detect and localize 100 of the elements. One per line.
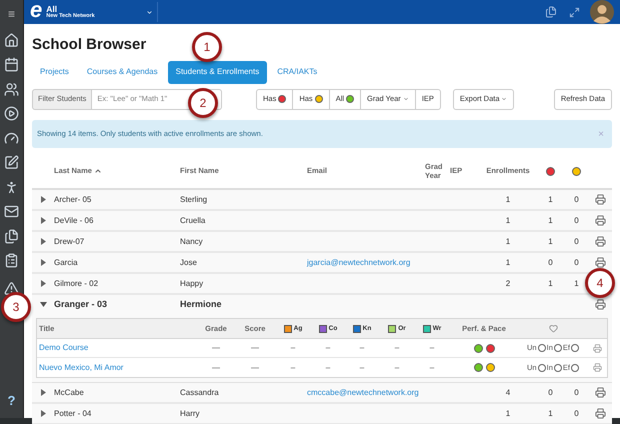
engagement-radio[interactable] bbox=[538, 364, 546, 372]
expand-arrow-icon[interactable] bbox=[40, 196, 46, 203]
engagement-radio[interactable] bbox=[570, 364, 579, 372]
count-cell: 1 bbox=[548, 236, 553, 246]
email-link[interactable]: cmccabe@newtechnetwork.org bbox=[307, 388, 419, 396]
enrollments-cell: 1 bbox=[506, 194, 510, 204]
engagement-radio[interactable] bbox=[554, 364, 562, 372]
first-name-cell: Harry bbox=[180, 408, 200, 418]
tab[interactable]: Projects bbox=[32, 60, 77, 84]
caret-icon bbox=[146, 8, 154, 16]
calendar-icon[interactable] bbox=[4, 57, 19, 72]
count-cell: 0 bbox=[574, 194, 579, 204]
outcome-cell: – bbox=[430, 362, 434, 372]
enrollments-cell: 2 bbox=[506, 278, 510, 288]
course-link[interactable]: Nuevo Mexico, Mi Amor bbox=[39, 362, 124, 372]
print-icon[interactable] bbox=[594, 257, 606, 268]
expand-arrow-icon[interactable] bbox=[40, 389, 46, 396]
score-cell: — bbox=[251, 362, 259, 372]
count-cell: 1 bbox=[548, 216, 553, 224]
print-icon[interactable] bbox=[594, 236, 606, 247]
outcome-cell: – bbox=[360, 362, 364, 372]
outcome-cell: – bbox=[326, 362, 330, 372]
documents-icon[interactable] bbox=[4, 228, 19, 244]
tab[interactable]: Students & Enrollments bbox=[168, 60, 268, 84]
enrollments-cell: 1 bbox=[506, 216, 510, 224]
caret-icon bbox=[402, 96, 409, 102]
count-cell: 0 bbox=[574, 236, 579, 246]
count-cell: 0 bbox=[574, 408, 579, 418]
last-name-cell: Granger - 03 bbox=[54, 298, 108, 309]
expand-arrow-icon[interactable] bbox=[40, 280, 46, 287]
expand-icon[interactable] bbox=[569, 6, 580, 18]
last-name-cell: DeVile - 06 bbox=[54, 216, 94, 224]
grade-cell: — bbox=[212, 343, 220, 352]
print-icon[interactable] bbox=[594, 408, 606, 419]
avatar[interactable] bbox=[590, 0, 614, 24]
enrollments-cell: 4 bbox=[506, 388, 510, 396]
engagement-radio[interactable] bbox=[554, 344, 562, 352]
first-name-cell: Nancy bbox=[180, 236, 203, 246]
tab[interactable]: CRA/IAKTs bbox=[269, 60, 326, 84]
first-name-cell: Jose bbox=[180, 258, 197, 266]
outcome-cell: – bbox=[360, 343, 364, 352]
help-button[interactable]: ? bbox=[8, 390, 16, 410]
enrollments-cell: 1 bbox=[506, 408, 510, 418]
score-cell: — bbox=[251, 343, 259, 352]
home-icon[interactable] bbox=[4, 32, 19, 48]
print-icon[interactable] bbox=[594, 387, 606, 398]
first-name-cell: Cruella bbox=[180, 216, 206, 224]
tab[interactable]: Courses & Agendas bbox=[78, 60, 166, 84]
outcome-cell: – bbox=[326, 343, 330, 352]
course-link[interactable]: Demo Course bbox=[39, 343, 88, 352]
last-name-cell: Potter - 04 bbox=[54, 408, 92, 418]
expand-arrow-icon[interactable] bbox=[40, 217, 46, 224]
edit-icon[interactable] bbox=[4, 155, 19, 170]
last-name-cell: Drew-07 bbox=[54, 236, 84, 246]
count-cell: 1 bbox=[574, 278, 579, 288]
outcome-cell: – bbox=[394, 362, 400, 372]
grade-cell: — bbox=[212, 362, 220, 372]
clipboard-icon[interactable] bbox=[4, 253, 19, 268]
expand-arrow-icon[interactable] bbox=[40, 259, 46, 266]
count-cell: 0 bbox=[548, 388, 553, 396]
documents-icon[interactable] bbox=[545, 6, 557, 18]
print-icon[interactable] bbox=[594, 299, 606, 310]
count-cell: 1 bbox=[548, 194, 553, 204]
last-name-cell: Gilmore - 02 bbox=[54, 278, 98, 288]
person-icon[interactable] bbox=[4, 180, 19, 195]
menu-button[interactable]: ≡ bbox=[8, 0, 15, 28]
collapse-arrow-icon[interactable] bbox=[40, 302, 46, 307]
first-name-cell: Hermione bbox=[180, 298, 222, 309]
count-cell: 1 bbox=[548, 408, 553, 418]
outcome-cell: – bbox=[290, 362, 296, 372]
print-icon[interactable] bbox=[594, 215, 606, 226]
expand-arrow-icon[interactable] bbox=[40, 238, 46, 245]
users-icon[interactable] bbox=[4, 82, 19, 97]
outcome-cell: – bbox=[290, 343, 296, 352]
first-name-cell: Cassandra bbox=[180, 388, 219, 396]
outcome-cell: – bbox=[430, 343, 434, 352]
engagement-radio[interactable] bbox=[538, 344, 546, 352]
count-cell: 1 bbox=[548, 278, 553, 288]
count-cell: 0 bbox=[548, 258, 553, 266]
last-name-cell: McCabe bbox=[54, 388, 84, 396]
last-name-cell: Garcia bbox=[54, 258, 78, 266]
last-name-cell: Archer- 05 bbox=[54, 194, 92, 204]
caret-icon bbox=[500, 96, 507, 102]
play-icon[interactable] bbox=[4, 106, 19, 122]
email-link[interactable]: jgarcia@newtechnetwork.org bbox=[307, 258, 410, 266]
enrollments-cell: 1 bbox=[506, 236, 510, 246]
engagement-radio[interactable] bbox=[570, 344, 579, 352]
count-cell: 0 bbox=[574, 388, 579, 396]
print-icon[interactable] bbox=[594, 194, 606, 205]
logo[interactable]: e bbox=[30, 0, 42, 21]
gauge-icon[interactable] bbox=[4, 130, 19, 146]
expand-arrow-icon[interactable] bbox=[40, 410, 46, 417]
outcome-cell: – bbox=[394, 343, 400, 352]
count-cell: 0 bbox=[574, 216, 579, 224]
page-title: School Browser bbox=[32, 35, 146, 55]
count-cell: 0 bbox=[574, 258, 579, 266]
enrollments-cell: 1 bbox=[506, 258, 510, 266]
heart-icon bbox=[548, 324, 558, 333]
first-name-cell: Happy bbox=[180, 278, 204, 288]
mail-icon[interactable] bbox=[4, 204, 19, 220]
